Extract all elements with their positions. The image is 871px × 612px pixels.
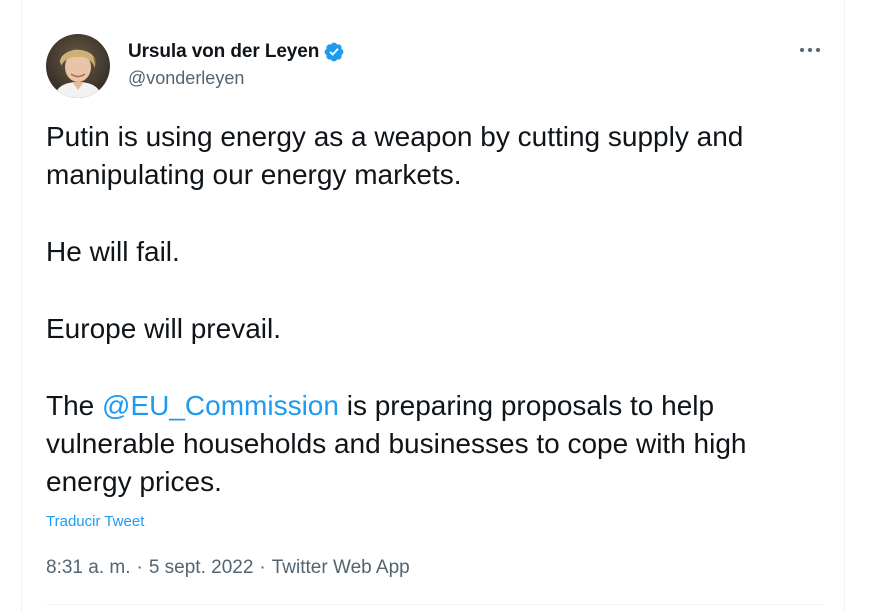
avatar-image	[46, 34, 110, 98]
author-name-row[interactable]: Ursula von der Leyen	[128, 40, 345, 64]
mention-link[interactable]: @EU_Commission	[102, 390, 339, 421]
tweet-paragraph: Putin is using energy as a weapon by cut…	[46, 121, 744, 190]
metadata-separator: ·	[136, 557, 143, 578]
tweet-paragraph: Europe will prevail.	[46, 313, 281, 344]
tweet-card: Ursula von der Leyen @vonderleyen Putin …	[21, 0, 845, 612]
more-menu-button[interactable]	[790, 36, 830, 64]
metadata-separator: ·	[259, 557, 266, 578]
tweet-paragraph: The @EU_Commission is preparing proposal…	[46, 387, 826, 501]
avatar[interactable]	[46, 34, 110, 98]
translate-tweet-link[interactable]: Traducir Tweet	[46, 513, 144, 530]
tweet-text-fragment: The	[46, 390, 103, 421]
tweet-metadata: 8:31 a. m. · 5 sept. 2022 · Twitter Web …	[46, 557, 410, 579]
author-handle[interactable]: @vonderleyen	[128, 68, 244, 89]
tweet-source-link[interactable]: Twitter Web App	[272, 557, 410, 579]
tweet-time-link[interactable]: 8:31 a. m.	[46, 557, 131, 579]
tweet-paragraph: He will fail.	[46, 236, 180, 267]
tweet-text: Putin is using energy as a weapon by cut…	[46, 118, 826, 501]
author-display-name[interactable]: Ursula von der Leyen	[128, 41, 319, 63]
more-horizontal-icon	[800, 48, 820, 52]
divider	[46, 604, 822, 605]
tweet-date-link[interactable]: 5 sept. 2022	[149, 557, 254, 579]
verified-badge-icon	[323, 41, 345, 63]
